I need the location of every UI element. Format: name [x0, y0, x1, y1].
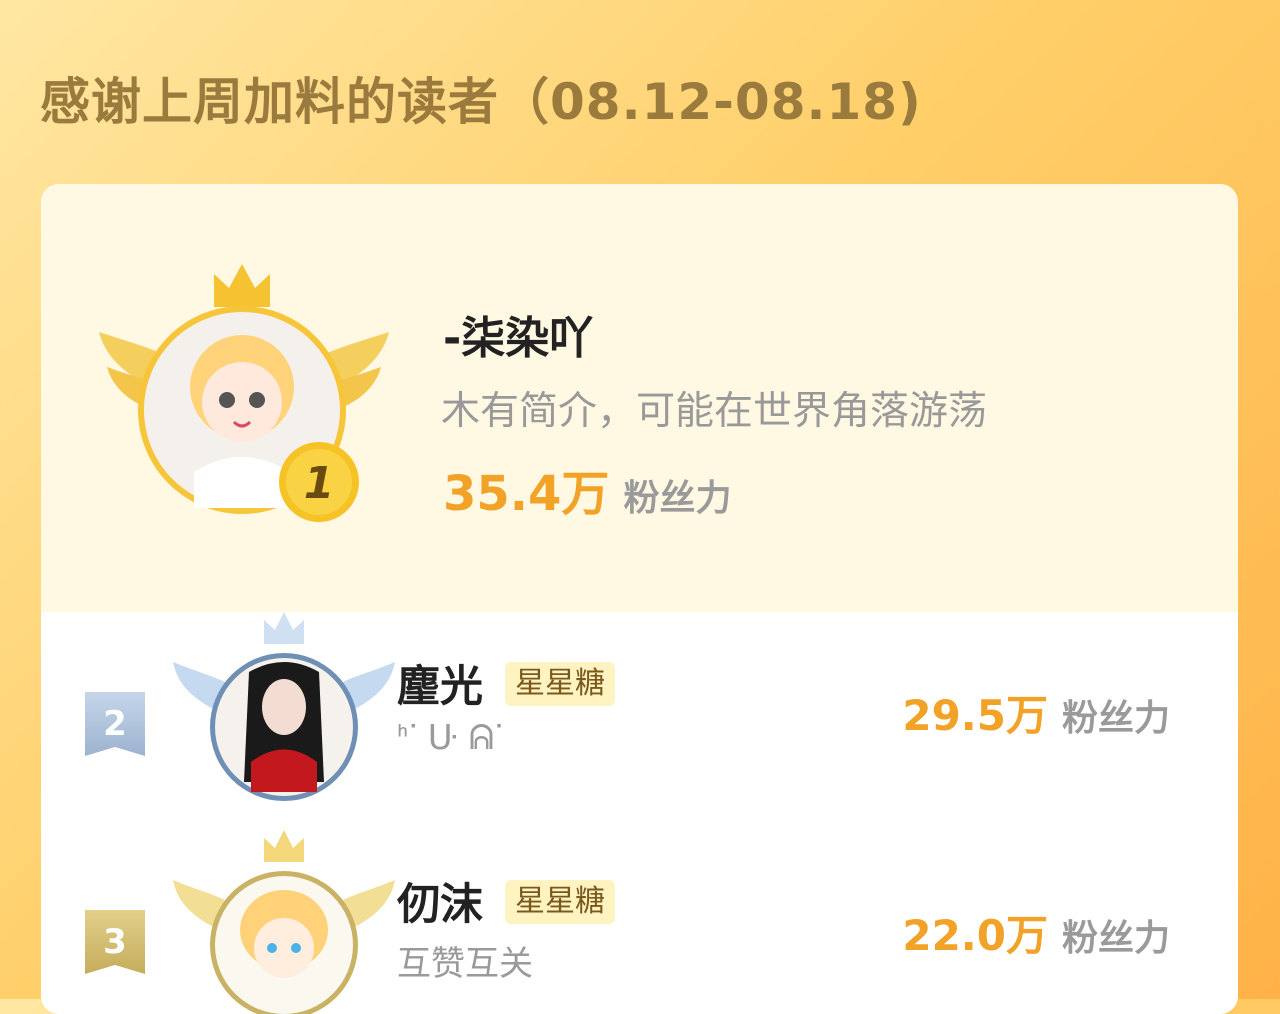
row-3-name[interactable]: 仞沫: [397, 870, 483, 932]
page-title: 感谢上周加料的读者（08.12-08.18): [40, 73, 922, 131]
crown-icon: [214, 264, 270, 307]
rank-badge-2: 2: [85, 692, 145, 756]
fans-value: 35.4万: [443, 466, 610, 522]
fans-value: 29.5万: [902, 691, 1048, 740]
fans-value: 22.0万: [902, 911, 1048, 960]
first-reader-name[interactable]: -柒染吖: [443, 302, 593, 366]
fans-unit: 粉丝力: [623, 478, 732, 519]
top-reader-section[interactable]: 1 -柒染吖 木有简介，可能在世界角落游荡 35.4万 粉丝力: [41, 184, 1238, 612]
row-2-fans: 29.5万 粉丝力: [902, 682, 1170, 743]
fans-unit: 粉丝力: [1061, 698, 1170, 739]
row-2-tag: 星星糖: [505, 662, 615, 706]
ranking-card: 1 -柒染吖 木有简介，可能在世界角落游荡 35.4万粉丝力 2 麈光 星星糖: [41, 184, 1238, 1014]
ranking-list: 2 麈光 星星糖 ᑋᐝ ᑘ ᕱᐝ 29.5万 粉丝力 3 仞沫 星星糖 互赞互关…: [41, 612, 1238, 1014]
row-2-name[interactable]: 麈光: [397, 652, 483, 714]
row-3-fans: 22.0万 粉丝力: [902, 902, 1170, 963]
crown-icon: [264, 830, 304, 862]
first-reader-fans: 35.4万 粉丝力: [443, 454, 731, 524]
avatar-first[interactable]: 1: [99, 262, 399, 532]
fans-unit: 粉丝力: [1061, 918, 1170, 959]
row-2-bio: ᑋᐝ ᑘ ᕱᐝ: [397, 718, 503, 758]
avatar-row-2[interactable]: [169, 612, 399, 802]
rank-one-medal: 1: [304, 458, 335, 509]
row-3-bio: 互赞互关: [397, 944, 533, 984]
rank-badge-3: 3: [85, 910, 145, 974]
first-reader-bio: 木有简介，可能在世界角落游荡: [441, 389, 988, 434]
crown-icon: [264, 612, 304, 644]
avatar-row-3[interactable]: [169, 830, 399, 1014]
row-3-tag: 星星糖: [505, 880, 615, 924]
